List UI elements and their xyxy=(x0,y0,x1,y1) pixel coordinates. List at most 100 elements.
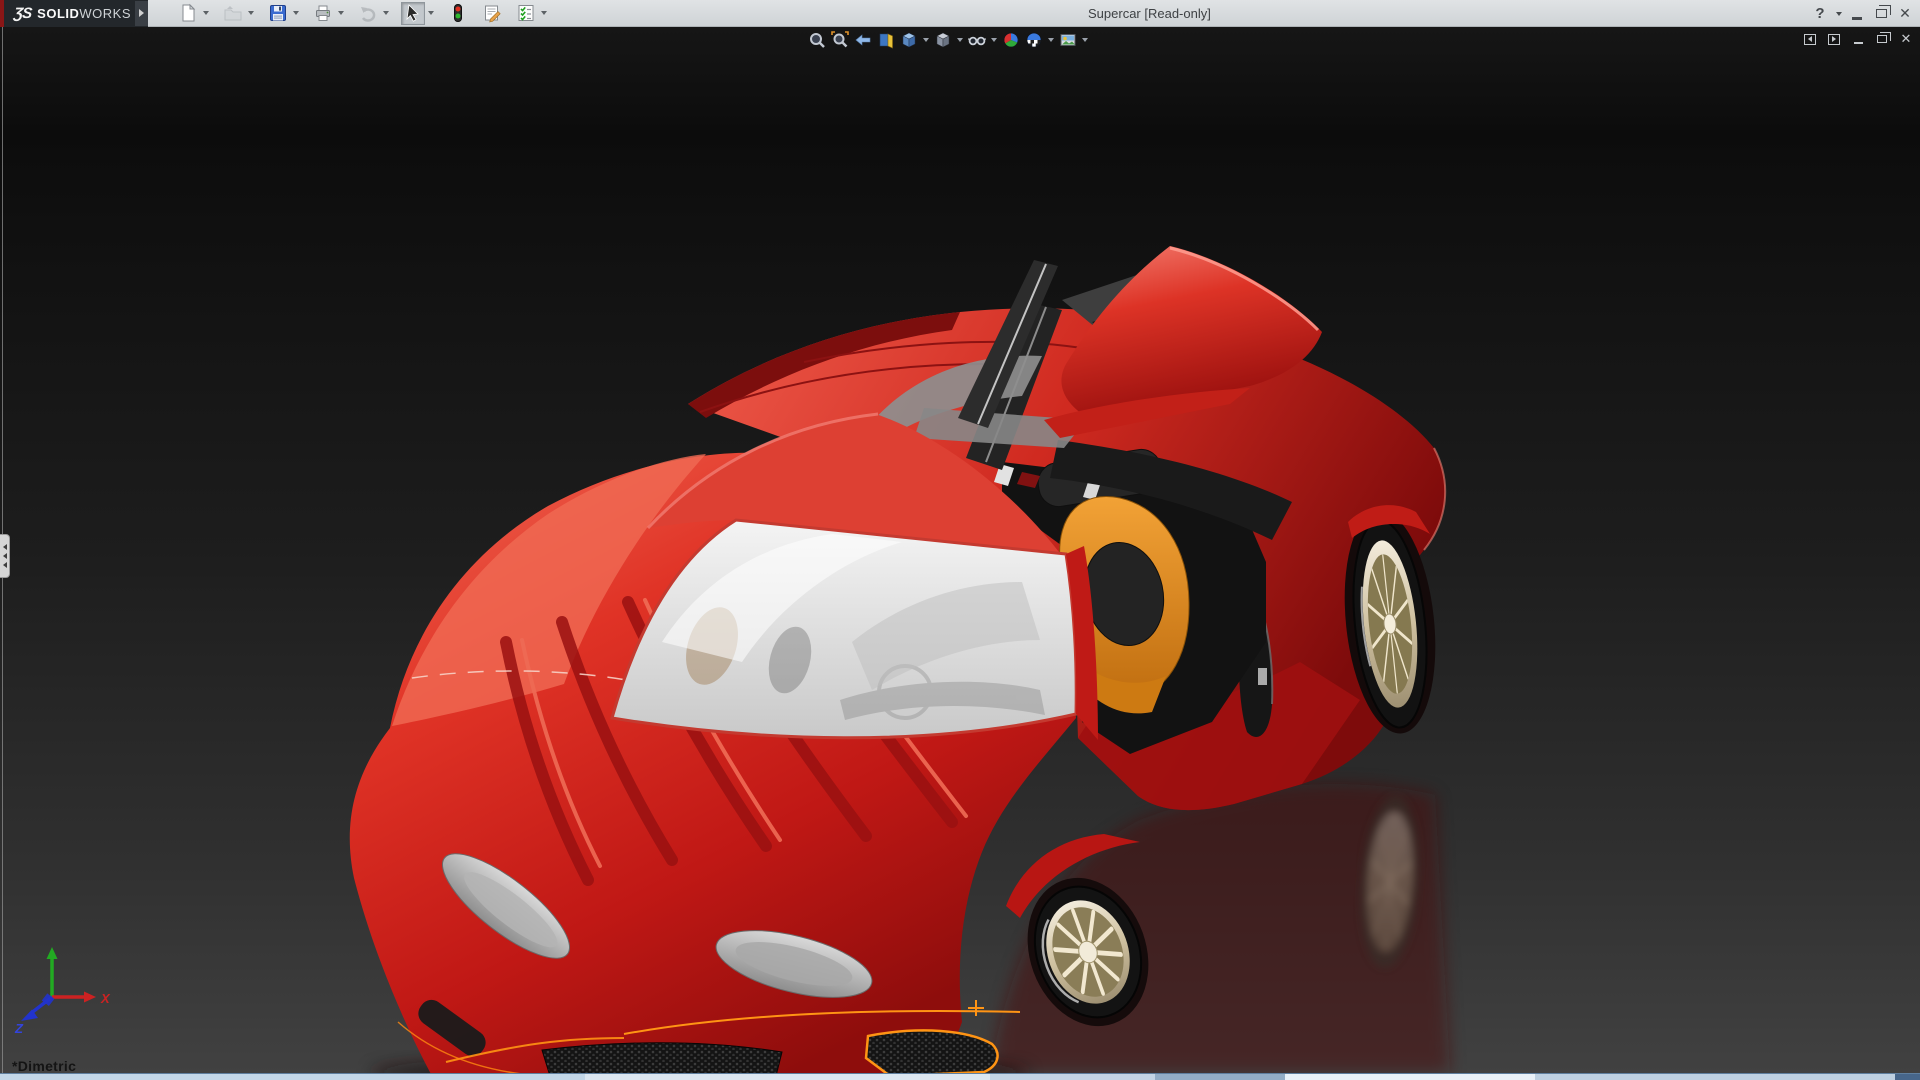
collapse-right-pane-button[interactable] xyxy=(1825,30,1843,48)
taskbar-segment xyxy=(0,1074,585,1080)
minimize-icon xyxy=(1852,17,1862,20)
minimize-icon xyxy=(1854,42,1863,45)
collapse-left-pane-button[interactable] xyxy=(1801,30,1819,48)
rebuild-traffic-light-icon xyxy=(448,3,468,23)
chevron-left-icon xyxy=(3,562,7,568)
apply-scene-button[interactable] xyxy=(1023,30,1045,50)
select-cursor-icon xyxy=(403,3,423,23)
titlebar: ƷS SOLID WORKS xyxy=(0,0,1920,27)
view-orientation-button[interactable] xyxy=(898,30,920,50)
restore-icon xyxy=(1877,35,1887,43)
close-button[interactable]: ✕ xyxy=(1894,3,1916,25)
file-properties-button[interactable] xyxy=(480,2,504,25)
zoom-to-area-button[interactable] xyxy=(829,30,851,50)
grille-center[interactable] xyxy=(542,1043,782,1073)
brand-name-bold: SOLID xyxy=(37,6,79,21)
taskbar-segment xyxy=(1535,1074,1895,1080)
taskbar-segment xyxy=(990,1074,1155,1080)
supercar-3d-model[interactable] xyxy=(0,27,1920,1073)
menu-flyout-arrow[interactable] xyxy=(135,1,148,26)
open-button[interactable] xyxy=(221,2,245,25)
z-axis-label: Z xyxy=(14,1021,24,1036)
hide-show-dropdown[interactable] xyxy=(989,30,999,50)
minimize-button[interactable] xyxy=(1846,3,1868,25)
open-folder-icon xyxy=(223,3,243,23)
taskbar-segment xyxy=(1155,1074,1285,1080)
display-style-cube-icon xyxy=(934,31,952,49)
graphics-viewport[interactable]: ✕ X Z *Dimetric xyxy=(0,27,1920,1073)
undo-button[interactable] xyxy=(356,2,380,25)
pane-right-icon xyxy=(1828,34,1840,45)
view-orientation-dropdown[interactable] xyxy=(921,30,931,50)
save-floppy-icon xyxy=(268,3,288,23)
solidworks-logo: ƷS SOLID WORKS xyxy=(0,0,148,27)
display-style-button[interactable] xyxy=(932,30,954,50)
featuremanager-collapse-handle[interactable] xyxy=(0,534,10,578)
new-document-button[interactable] xyxy=(176,2,200,25)
3ds-logo-icon: ƷS xyxy=(13,5,32,22)
new-document-icon xyxy=(178,3,198,23)
chevron-right-icon xyxy=(139,9,144,17)
help-button[interactable]: ? xyxy=(1809,3,1831,25)
orientation-triad: X Z xyxy=(14,945,114,1037)
brand-red-strip xyxy=(0,0,4,27)
solidworks-window: ƷS SOLID WORKS xyxy=(0,0,1920,1080)
options-dropdown[interactable] xyxy=(538,2,549,25)
taskbar-segment xyxy=(1285,1074,1535,1080)
brand-name-light: WORKS xyxy=(79,6,131,21)
help-dropdown[interactable] xyxy=(1833,2,1844,25)
standard-toolbar xyxy=(176,2,557,25)
view-settings-button[interactable] xyxy=(1057,30,1079,50)
previous-view-icon xyxy=(854,31,872,49)
windows-taskbar-edge[interactable] xyxy=(0,1073,1920,1080)
select-button[interactable] xyxy=(401,2,425,25)
window-title: Supercar [Read-only] xyxy=(1088,6,1211,21)
view-cube-icon xyxy=(900,31,918,49)
doc-minimize-button[interactable] xyxy=(1849,30,1867,48)
print-dropdown[interactable] xyxy=(335,2,346,25)
print-icon xyxy=(313,3,333,23)
previous-view-button[interactable] xyxy=(852,30,874,50)
taskbar-segment xyxy=(1895,1074,1920,1080)
glasses-icon xyxy=(968,31,986,49)
print-button[interactable] xyxy=(311,2,335,25)
new-dropdown[interactable] xyxy=(200,2,211,25)
save-dropdown[interactable] xyxy=(290,2,301,25)
display-style-dropdown[interactable] xyxy=(955,30,965,50)
section-view-button[interactable] xyxy=(875,30,897,50)
scene-sphere-icon xyxy=(1025,31,1043,49)
rebuild-button[interactable] xyxy=(446,2,470,25)
options-checklist-icon xyxy=(516,3,536,23)
save-button[interactable] xyxy=(266,2,290,25)
edit-appearance-button[interactable] xyxy=(1000,30,1022,50)
x-axis-label: X xyxy=(100,991,111,1006)
doc-restore-button[interactable] xyxy=(1873,30,1891,48)
undo-dropdown[interactable] xyxy=(380,2,391,25)
undo-arrow-icon xyxy=(358,3,378,23)
chevron-left-icon xyxy=(3,544,7,550)
doc-close-button[interactable]: ✕ xyxy=(1897,30,1915,48)
appearance-sphere-icon xyxy=(1002,31,1020,49)
view-orientation-label: *Dimetric xyxy=(12,1058,76,1074)
window-controls: ? ✕ xyxy=(1809,0,1916,27)
chevron-left-icon xyxy=(3,553,7,559)
open-dropdown[interactable] xyxy=(245,2,256,25)
zoom-area-icon xyxy=(831,31,849,49)
pane-left-icon xyxy=(1804,34,1816,45)
restore-icon xyxy=(1876,9,1887,18)
file-properties-icon xyxy=(482,3,502,23)
document-window-controls: ✕ xyxy=(1801,30,1915,48)
hide-show-items-button[interactable] xyxy=(966,30,988,50)
zoom-to-fit-button[interactable] xyxy=(806,30,828,50)
restore-button[interactable] xyxy=(1870,3,1892,25)
section-view-icon xyxy=(877,31,895,49)
zoom-fit-icon xyxy=(808,31,826,49)
apply-scene-dropdown[interactable] xyxy=(1046,30,1056,50)
options-button[interactable] xyxy=(514,2,538,25)
taskbar-segment xyxy=(585,1074,990,1080)
select-dropdown[interactable] xyxy=(425,2,436,25)
heads-up-view-toolbar xyxy=(806,29,1090,51)
view-settings-dropdown[interactable] xyxy=(1080,30,1090,50)
view-settings-icon xyxy=(1059,31,1077,49)
grille-right-selected[interactable] xyxy=(866,1030,998,1073)
